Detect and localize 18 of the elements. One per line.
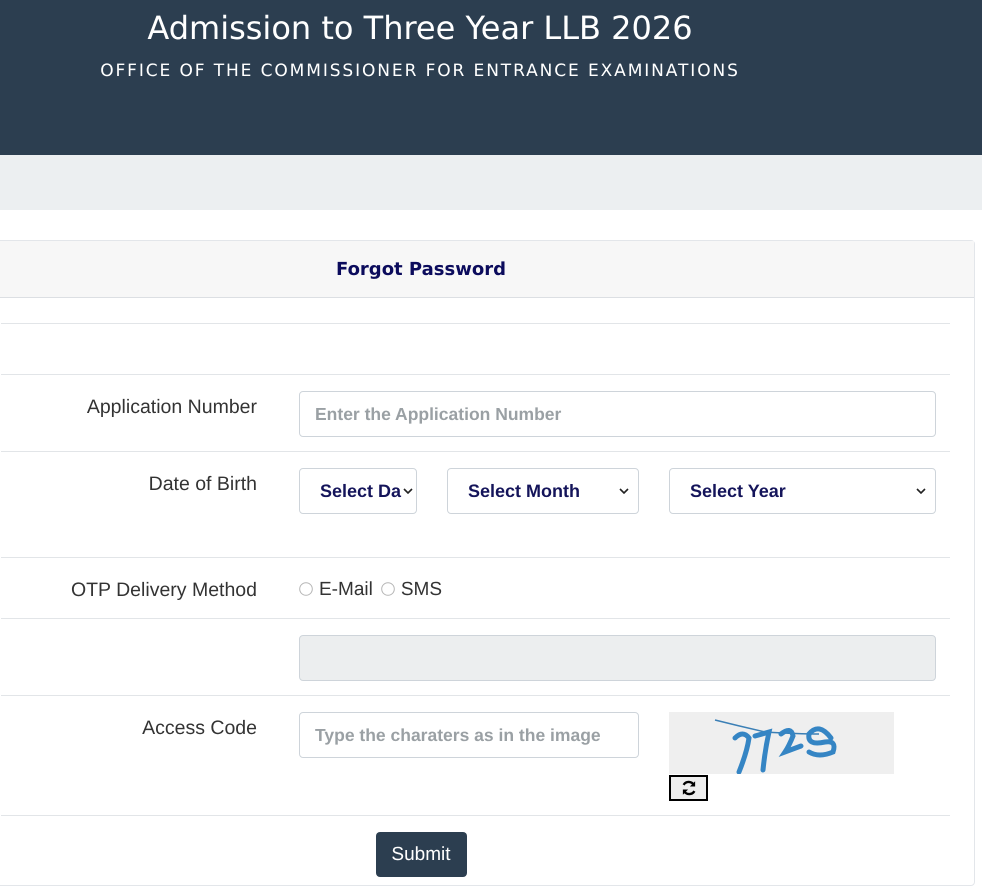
chevron-down-icon (619, 488, 629, 494)
day-select[interactable]: Select Da (299, 468, 417, 514)
year-select[interactable]: Select Year (669, 468, 936, 514)
field-label: Date of Birth (148, 473, 257, 495)
page-subtitle: OFFICE OF THE COMMISSIONER FOR ENTRANCE EXAMINATIONS (100, 60, 740, 83)
field-label: Access Code (142, 717, 257, 739)
radio-option[interactable]: E-Mail (299, 578, 373, 602)
month-select[interactable]: Select Month (447, 468, 639, 514)
page-title: Admission to Three Year LLB 2026 (147, 8, 693, 49)
field-label: OTP Delivery Method (70, 579, 257, 601)
radio-option[interactable]: SMS (380, 578, 442, 602)
field-label: Application Number (86, 396, 257, 418)
refresh-button[interactable] (669, 775, 708, 801)
chevron-down-icon (403, 488, 414, 494)
card-title: Forgot Password (336, 258, 506, 280)
refresh-icon (680, 779, 698, 797)
submit-button[interactable]: Submit (376, 832, 466, 877)
chevron-down-icon (916, 488, 926, 494)
